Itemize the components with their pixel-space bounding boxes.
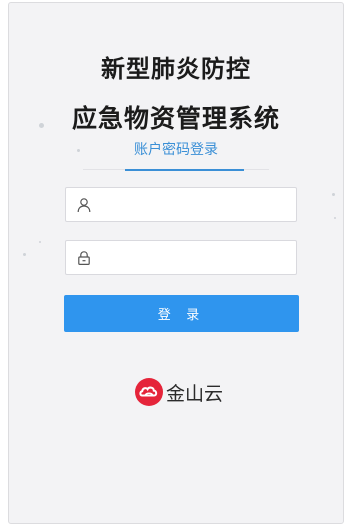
- password-input[interactable]: [102, 241, 296, 276]
- password-field[interactable]: [65, 240, 297, 276]
- login-screen: 新型肺炎防控 应急物资管理系统 账户密码登录 登 录 金山云: [8, 2, 344, 524]
- background-speck: [334, 217, 336, 219]
- system-title-line2: 应急物资管理系统: [71, 104, 280, 133]
- username-field[interactable]: [65, 187, 297, 223]
- background-speck: [23, 253, 26, 256]
- tab-active-indicator: [125, 169, 244, 171]
- kingsoft-cloud-logo-icon: [134, 377, 164, 407]
- background-speck: [332, 193, 335, 196]
- background-speck: [39, 241, 41, 243]
- lock-icon: [76, 250, 92, 266]
- tab-account-password-login[interactable]: 账户密码登录: [9, 139, 343, 159]
- username-input[interactable]: [102, 188, 296, 223]
- system-title-line1: 新型肺炎防控: [101, 55, 251, 83]
- brand-name: 金山云: [166, 382, 224, 405]
- brand-footer: 金山云: [134, 375, 223, 409]
- user-icon: [76, 197, 92, 213]
- login-button[interactable]: 登 录: [64, 295, 299, 332]
